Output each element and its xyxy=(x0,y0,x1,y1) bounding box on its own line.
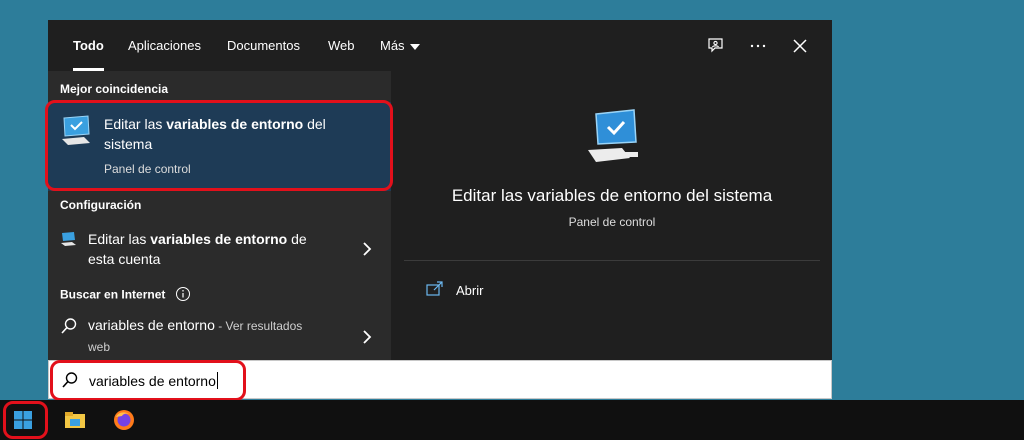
settings-title-prefix: Editar las xyxy=(88,231,151,247)
chevron-right-icon-web[interactable] xyxy=(362,329,372,345)
settings-item-title: Editar las variables de entorno de esta … xyxy=(88,229,348,269)
open-label: Abrir xyxy=(456,283,484,298)
open-action[interactable]: Abrir xyxy=(426,280,626,304)
file-explorer-icon[interactable] xyxy=(64,409,86,436)
highlight-best-match xyxy=(45,100,393,191)
preview-title: Editar las variables de entorno del sist… xyxy=(451,186,773,205)
settings-title-line2: esta cuenta xyxy=(88,251,161,267)
highlight-search xyxy=(50,360,246,401)
section-settings: Configuración xyxy=(60,198,142,212)
web-item-suffix: - Ver resultados xyxy=(214,319,303,333)
web-item-line2: web xyxy=(88,340,111,354)
settings-title-suffix: de xyxy=(287,231,307,247)
taskbar xyxy=(0,400,1024,440)
web-item-query: variables de entorno xyxy=(88,317,215,333)
tab-web[interactable]: Web xyxy=(328,38,355,71)
section-web-label: Buscar en Internet xyxy=(60,287,166,302)
settings-title-bold: variables de entorno xyxy=(150,231,288,247)
computer-small-icon xyxy=(60,231,78,252)
tab-todo[interactable]: Todo xyxy=(73,38,104,71)
more-icon[interactable] xyxy=(748,36,768,56)
chevron-right-icon[interactable] xyxy=(362,241,372,257)
highlight-start xyxy=(3,401,48,439)
preview-pane: Editar las variables de entorno del sist… xyxy=(404,84,820,360)
tab-aplicaciones[interactable]: Aplicaciones xyxy=(128,38,201,71)
settings-item[interactable]: Editar las variables de entorno de esta … xyxy=(48,221,391,271)
tab-mas-label: Más xyxy=(380,38,405,53)
web-search-item[interactable]: variables de entorno - Ver resultados we… xyxy=(48,309,391,360)
firefox-icon[interactable] xyxy=(112,408,136,437)
feedback-icon[interactable] xyxy=(706,36,726,56)
section-best-match: Mejor coincidencia xyxy=(60,82,169,96)
preview-divider xyxy=(404,260,820,261)
preview-subtitle: Panel de control xyxy=(568,215,656,229)
info-icon[interactable] xyxy=(175,286,191,305)
tab-mas[interactable]: Más xyxy=(380,38,420,71)
search-icon xyxy=(60,317,78,340)
open-icon xyxy=(426,281,444,302)
section-web: Buscar en Internet xyxy=(60,286,191,305)
web-item-text: variables de entorno - Ver resultados we… xyxy=(88,315,348,357)
computer-large-icon xyxy=(584,108,642,169)
close-icon[interactable] xyxy=(790,36,810,56)
chevron-down-icon xyxy=(409,43,420,50)
search-tabs: Todo Aplicaciones Documentos Web Más xyxy=(48,20,832,71)
tab-documentos[interactable]: Documentos xyxy=(227,38,300,71)
